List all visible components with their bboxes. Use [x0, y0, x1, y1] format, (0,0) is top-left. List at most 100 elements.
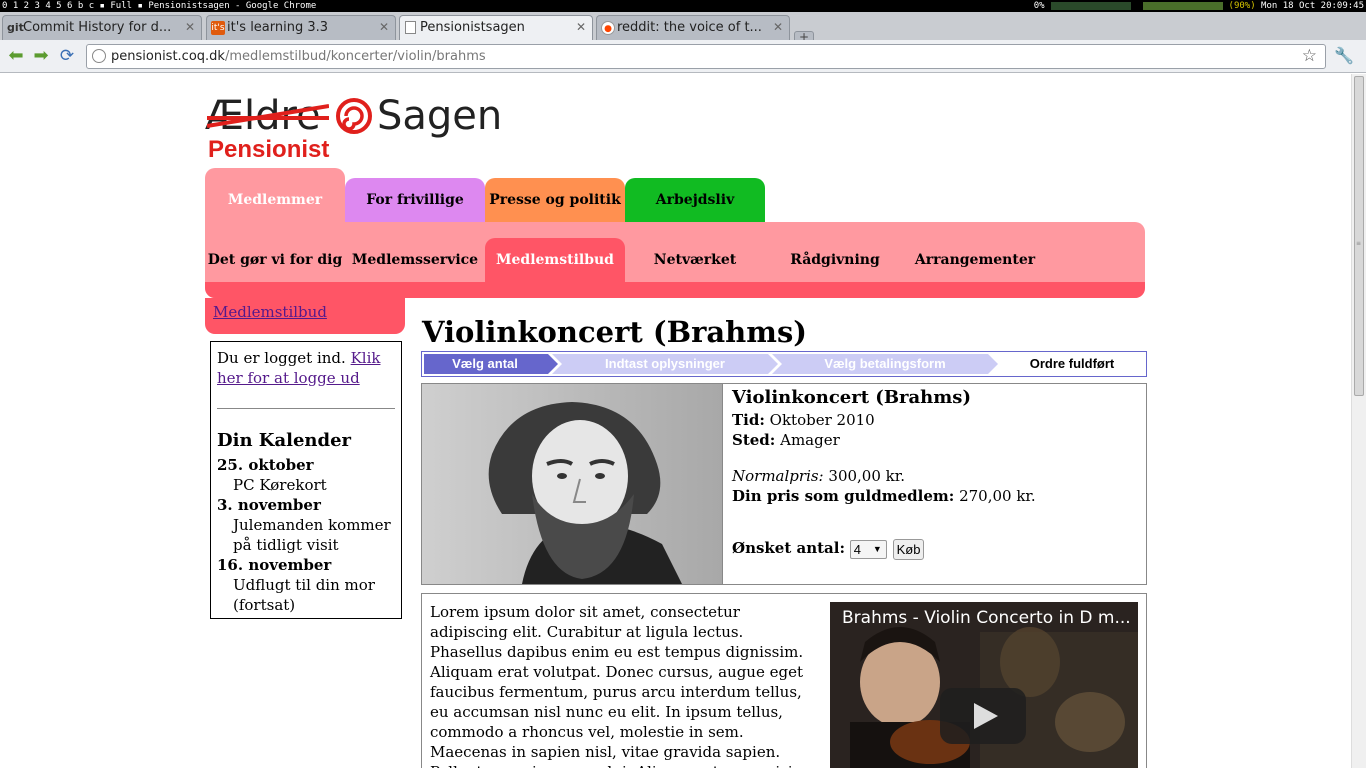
url-host: pensionist.coq.dk: [111, 49, 225, 64]
bookmark-star-icon[interactable]: ☆: [1302, 45, 1317, 68]
system-bar-left: 0 1 2 3 4 5 6 b c ▪ Full ▪ Pensionistsag…: [2, 1, 317, 11]
wrench-icon[interactable]: 🔧: [1334, 46, 1354, 65]
video-title: Brahms - Violin Concerto in D m...: [842, 608, 1131, 628]
scrollbar-thumb[interactable]: [1354, 76, 1364, 396]
forward-arrow-icon[interactable]: ➡: [31, 46, 51, 66]
close-icon[interactable]: ✕: [379, 20, 389, 34]
subnav-item-arrangementer[interactable]: Arrangementer: [905, 238, 1045, 282]
site-logo[interactable]: Ældre Sagen Pensionist: [205, 92, 505, 163]
clock: Mon 18 Oct 20:09:45: [1261, 1, 1364, 11]
quantity-label: Ønsket antal:: [732, 539, 846, 557]
description-box: Lorem ipsum dolor sit amet, consectetur …: [421, 593, 1147, 768]
section-menu: Medlemstilbud: [205, 298, 405, 334]
user-sidebar: Du er logget ind. Klik her for at logge …: [210, 341, 402, 619]
cpu-meter: [1050, 1, 1131, 10]
main-tab-arbejdsliv[interactable]: Arbejdsliv: [625, 178, 765, 222]
logo-swirl-icon: [336, 98, 372, 134]
logo-strikethrough: [207, 104, 329, 128]
step-vaelg-antal: Vælg antal: [452, 356, 518, 371]
video-player[interactable]: Brahms - Violin Concerto in D m...: [830, 602, 1138, 768]
tab-label: Pensionistsagen: [420, 20, 525, 35]
close-icon[interactable]: ✕: [576, 20, 586, 34]
brahms-portrait-image: [422, 384, 723, 584]
login-status: Du er logget ind. Klik her for at logge …: [217, 348, 395, 388]
back-arrow-icon[interactable]: ⬅: [6, 46, 26, 66]
step-vaelg-betalingsform: Vælg betalingsform: [824, 356, 946, 371]
event-date: 16. november: [217, 556, 332, 574]
chevron-down-icon: ▼: [872, 543, 882, 554]
member-price-label: Din pris som guldmedlem:: [732, 487, 955, 505]
sub-navigation: Det gør vi for dig Medlemsservice Medlem…: [205, 222, 1145, 298]
reload-icon[interactable]: ⟳: [57, 46, 77, 66]
logo-sagen-text: Sagen: [377, 93, 503, 139]
event-date: 25. oktober: [217, 456, 314, 474]
main-tab-medlemmer[interactable]: Medlemmer: [205, 168, 345, 222]
battery-meter: [1142, 1, 1223, 10]
place-value: Amager: [780, 431, 840, 449]
normal-price-value: 300,00 kr.: [828, 467, 906, 485]
url-path: /medlemstilbud/koncerter/violin/brahms: [224, 49, 486, 64]
time-value: Oktober 2010: [769, 411, 875, 429]
tab-label: reddit: the voice of t...: [617, 20, 762, 35]
product-place: Sted: Amager: [732, 430, 1036, 450]
event-date: 3. november: [217, 496, 321, 514]
place-label: Sted:: [732, 431, 776, 449]
normal-price-label: Normalpris:: [732, 467, 824, 485]
member-price-value: 270,00 kr.: [959, 487, 1036, 505]
time-label: Tid:: [732, 411, 765, 429]
page-title: Violinkoncert (Brahms): [422, 315, 807, 349]
close-icon[interactable]: ✕: [185, 20, 195, 34]
close-icon[interactable]: ✕: [773, 20, 783, 34]
event-title[interactable]: Julemanden kommer på tidligt visit: [217, 515, 395, 555]
event-title[interactable]: PC Kørekort: [217, 475, 395, 495]
main-tab-presse-og-politik[interactable]: Presse og politik: [485, 178, 625, 222]
quantity-value: 4: [853, 541, 862, 557]
tab-label: Commit History for d...: [23, 20, 172, 35]
document-icon: [405, 21, 416, 34]
system-status-bar: 0 1 2 3 4 5 6 b c ▪ Full ▪ Pensionistsag…: [0, 0, 1366, 12]
login-text: Du er logget ind.: [217, 349, 346, 367]
event-title[interactable]: Udflugt til din mor (fortsat): [217, 575, 395, 615]
subnav-item-raadgivning[interactable]: Rådgivning: [765, 238, 905, 282]
subnav-item-medlemsservice[interactable]: Medlemsservice: [345, 238, 485, 282]
description-text: Lorem ipsum dolor sit amet, consectetur …: [430, 603, 804, 768]
subnav-item-det-goer-vi-for-dig[interactable]: Det gør vi for dig: [205, 238, 345, 282]
quantity-select[interactable]: 4 ▼: [849, 539, 887, 559]
window-title: Pensionistsagen - Google Chrome: [148, 1, 317, 11]
section-link-medlemstilbud[interactable]: Medlemstilbud: [213, 303, 327, 321]
browser-tab-active[interactable]: Pensionistsagen ✕: [399, 15, 593, 41]
product-box: Violinkoncert (Brahms) Tid: Oktober 2010…: [421, 383, 1147, 585]
reddit-icon: ●: [601, 21, 615, 35]
subnav-item-netvaerket[interactable]: Netværket: [625, 238, 765, 282]
browser-tab[interactable]: git Commit History for d... ✕: [2, 15, 202, 40]
address-bar[interactable]: pensionist.coq.dk/medlemstilbud/koncerte…: [86, 44, 1326, 69]
browser-tab[interactable]: ● reddit: the voice of t... ✕: [596, 15, 790, 40]
subnav-band: [205, 282, 1145, 298]
browser-toolbar: ⬅ ➡ ⟳ pensionist.coq.dk/medlemstilbud/ko…: [0, 40, 1366, 73]
step-indtast-oplysninger: Indtast oplysninger: [605, 356, 725, 371]
its-learning-icon: it's: [211, 21, 225, 35]
browser-tab[interactable]: it's it's learning 3.3 ✕: [206, 15, 396, 40]
scrollbar-grip: ≡: [1356, 240, 1362, 247]
layout-indicator: Full: [110, 1, 133, 11]
workspace-list[interactable]: 0 1 2 3 4 5 6 b c: [2, 1, 94, 11]
buy-button[interactable]: Køb: [892, 538, 925, 560]
system-bar-right: 0% (90%) Mon 18 Oct 20:09:45: [1034, 0, 1364, 12]
member-price: Din pris som guldmedlem: 270,00 kr.: [732, 486, 1036, 506]
main-tab-for-frivillige[interactable]: For frivillige: [345, 178, 485, 222]
cpu-readout: 0%: [1033, 1, 1045, 11]
divider: [217, 408, 395, 409]
page-viewport: Ældre Sagen Pensionist Medlemmer For fri…: [0, 74, 1366, 768]
battery-readout: (90%): [1228, 1, 1256, 11]
calendar-title: Din Kalender: [217, 430, 352, 451]
checkout-progress: Vælg antal Indtast oplysninger Vælg beta…: [421, 351, 1147, 377]
page-scrollbar[interactable]: ≡: [1351, 74, 1366, 768]
logo-pensionist-text: Pensionist: [208, 136, 330, 163]
git-icon: git: [7, 21, 24, 34]
product-time: Tid: Oktober 2010: [732, 410, 1036, 430]
normal-price: Normalpris: 300,00 kr.: [732, 466, 1036, 486]
product-info: Violinkoncert (Brahms) Tid: Oktober 2010…: [732, 386, 1036, 560]
play-icon[interactable]: [940, 688, 1026, 744]
subnav-item-medlemstilbud[interactable]: Medlemstilbud: [485, 238, 625, 282]
browser-tab-strip: git Commit History for d... ✕ it's it's …: [0, 12, 1366, 45]
